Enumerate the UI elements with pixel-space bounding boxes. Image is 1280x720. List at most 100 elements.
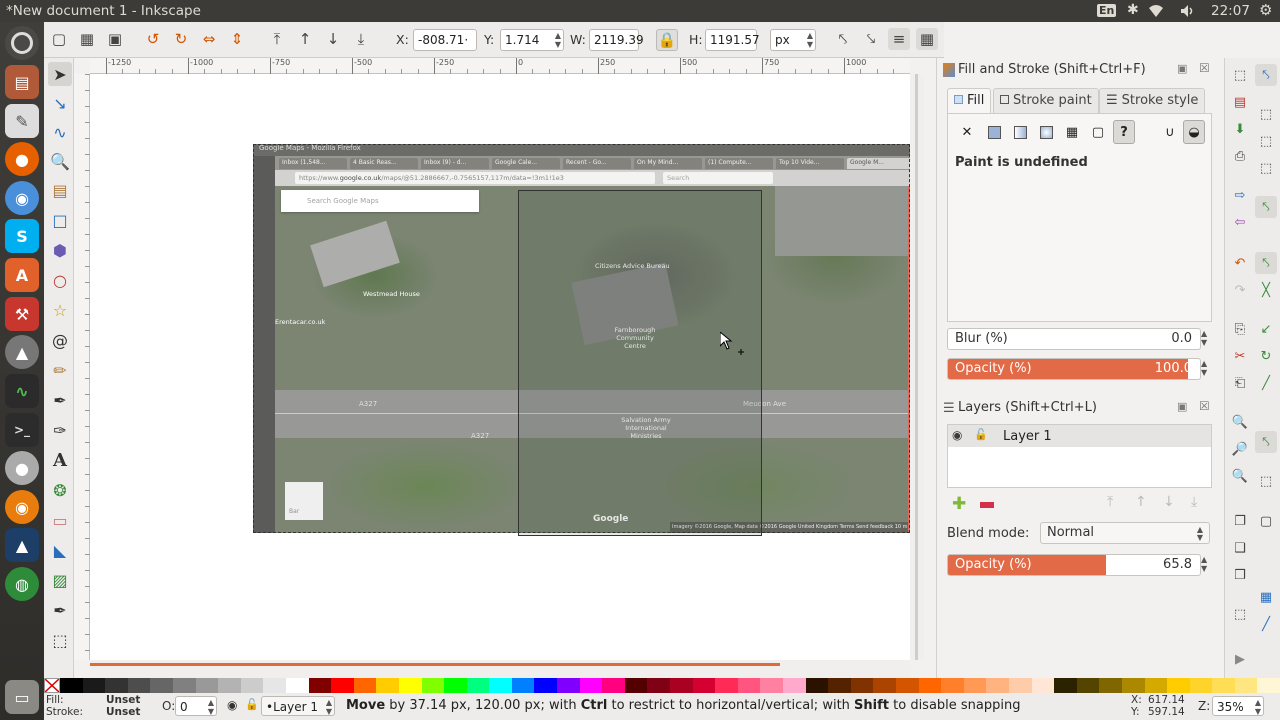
rotate-ccw-icon[interactable]: ↺ [142, 28, 164, 50]
move-gradients-icon[interactable]: ≡ [888, 28, 910, 50]
color-swatch[interactable] [353, 678, 377, 693]
layer-to-bottom-icon[interactable]: ⤓ [1191, 494, 1197, 510]
x-field[interactable]: -808.71· [413, 29, 477, 51]
color-swatch[interactable] [308, 678, 332, 693]
lower-icon[interactable]: ↓ [322, 28, 344, 50]
open-icon[interactable]: ▤ [1229, 91, 1251, 113]
color-swatch[interactable] [398, 678, 422, 693]
color-swatch[interactable] [1234, 678, 1258, 693]
color-swatch[interactable] [579, 678, 603, 693]
color-swatch[interactable] [783, 678, 806, 693]
stroke-indicator[interactable]: Unset [106, 706, 140, 718]
calligraphy-tool-icon[interactable]: ✑ [48, 418, 72, 442]
blend-mode-select[interactable]: Normal ▲ ▼ [1040, 522, 1210, 544]
snap-page-icon[interactable]: ▢ [1255, 510, 1277, 532]
zoom-selection-icon[interactable]: 🔍 [1229, 411, 1251, 433]
color-swatch[interactable] [828, 678, 851, 693]
zoom-page-icon[interactable]: 🔍 [1229, 465, 1251, 487]
terminal-icon[interactable]: >_ [5, 413, 39, 447]
color-swatch[interactable] [285, 678, 309, 693]
color-swatch[interactable] [1008, 678, 1032, 693]
panel-close-button[interactable]: ☒ [1199, 399, 1210, 413]
wifi-icon[interactable] [1148, 4, 1164, 18]
snap-cusp-icon[interactable]: ↙ [1255, 318, 1277, 340]
volume-icon[interactable] [1180, 4, 1196, 18]
skype-icon[interactable]: S [5, 219, 39, 253]
clone-icon[interactable]: ❑ [1229, 537, 1251, 559]
snap-bbox-icon[interactable]: ⬚ [1255, 103, 1277, 125]
flip-vertical-icon[interactable]: ⇕ [226, 28, 248, 50]
paste-icon[interactable]: ⎗ [1229, 372, 1251, 394]
updates-icon[interactable]: ▲ [5, 335, 39, 369]
color-swatch[interactable] [1144, 678, 1168, 693]
deselect-icon[interactable]: ▣ [104, 28, 126, 50]
select-all-layers-icon[interactable]: ▦ [76, 28, 98, 50]
color-swatch[interactable] [963, 678, 987, 693]
color-swatch[interactable] [82, 678, 106, 693]
measure-tool-icon[interactable]: ▤ [48, 178, 72, 202]
remove-layer-icon[interactable] [980, 502, 994, 508]
redo-icon[interactable]: ↷ [1229, 279, 1251, 301]
color-swatch[interactable] [737, 678, 761, 693]
color-swatch[interactable] [1054, 678, 1077, 693]
color-swatch[interactable] [218, 678, 241, 693]
software-center-icon[interactable]: A [5, 258, 39, 292]
paint-bucket-tool-icon[interactable]: ◣ [48, 538, 72, 562]
fill-indicator[interactable]: Unset [106, 694, 140, 706]
h-field[interactable]: 1191.57 [705, 29, 760, 51]
color-swatch[interactable] [1099, 678, 1122, 693]
zoom-drawing-icon[interactable]: 🔎 [1229, 438, 1251, 460]
no-color-swatch[interactable] [44, 678, 60, 693]
add-layer-icon[interactable]: ✚ [952, 494, 966, 514]
color-swatch[interactable] [692, 678, 716, 693]
group-icon[interactable]: ⬚ [1229, 603, 1251, 625]
color-swatch[interactable] [873, 678, 896, 693]
export-icon[interactable]: ⇦ [1229, 211, 1251, 233]
y-field[interactable]: 1.714 ▲ ▼ [500, 29, 564, 51]
color-swatch[interactable] [534, 678, 558, 693]
eye-icon[interactable]: ◉ [952, 428, 962, 442]
linear-gradient-icon[interactable] [1009, 120, 1031, 144]
no-paint-icon[interactable]: ✕ [956, 120, 978, 144]
color-swatch[interactable] [1031, 678, 1055, 693]
color-swatch[interactable] [557, 678, 580, 693]
star-tool-icon[interactable]: ☆ [48, 298, 72, 322]
chromium-icon[interactable]: ◉ [5, 181, 39, 215]
color-swatch[interactable] [918, 678, 942, 693]
color-swatch[interactable] [331, 678, 354, 693]
scale-corners-icon[interactable]: ⤥ [860, 28, 882, 50]
3d-box-tool-icon[interactable]: ⬢ [48, 238, 72, 262]
w-field[interactable]: 2119.39 [589, 29, 644, 51]
tools-icon[interactable]: ⚒ [5, 297, 39, 331]
raise-icon[interactable]: ↑ [294, 28, 316, 50]
pencil-tool-icon[interactable]: ✏ [48, 358, 72, 382]
disk-icon[interactable]: ● [5, 451, 39, 485]
gear-icon[interactable]: ⚙ [1259, 1, 1272, 19]
vertical-ruler[interactable] [74, 74, 90, 660]
system-monitor-icon[interactable]: ∿ [5, 374, 39, 408]
current-layer-select[interactable]: •Layer 1 ▲ ▼ [261, 696, 335, 716]
undo-icon[interactable]: ↶ [1229, 252, 1251, 274]
blur-spin[interactable]: ▲ ▼ [1201, 329, 1207, 347]
layer-visibility-icon[interactable]: ◉ [227, 698, 237, 712]
selector-tool-icon[interactable]: ➤ [48, 62, 72, 86]
fill-rule-evenodd-icon[interactable]: ∪ [1159, 120, 1181, 144]
unit-select[interactable]: px ▲ ▼ [770, 29, 816, 51]
color-swatch[interactable] [466, 678, 490, 693]
tab-fill[interactable]: Fill [947, 88, 992, 113]
color-swatch[interactable] [624, 678, 648, 693]
globe-icon[interactable]: ◍ [5, 567, 39, 601]
layer-opacity-slider[interactable]: Opacity (%) 65.8 [947, 554, 1201, 576]
scroll-thumb[interactable] [90, 663, 780, 666]
color-swatch[interactable] [444, 678, 467, 693]
panel-iconify-button[interactable]: ▣ [1177, 400, 1187, 413]
trash-icon[interactable]: ▭ [5, 680, 39, 714]
keyboard-layout-indicator[interactable]: En [1097, 4, 1117, 17]
tweak-tool-icon[interactable]: ∿ [48, 120, 72, 144]
snap-path-icon[interactable]: ⤣ [1255, 252, 1277, 274]
radial-gradient-icon[interactable] [1035, 120, 1057, 144]
opacity-spin[interactable]: ▲ ▼ [1201, 555, 1207, 573]
color-swatch[interactable] [1212, 678, 1235, 693]
cut-icon[interactable]: ✂ [1229, 345, 1251, 367]
spiral-tool-icon[interactable]: @ [48, 328, 72, 352]
